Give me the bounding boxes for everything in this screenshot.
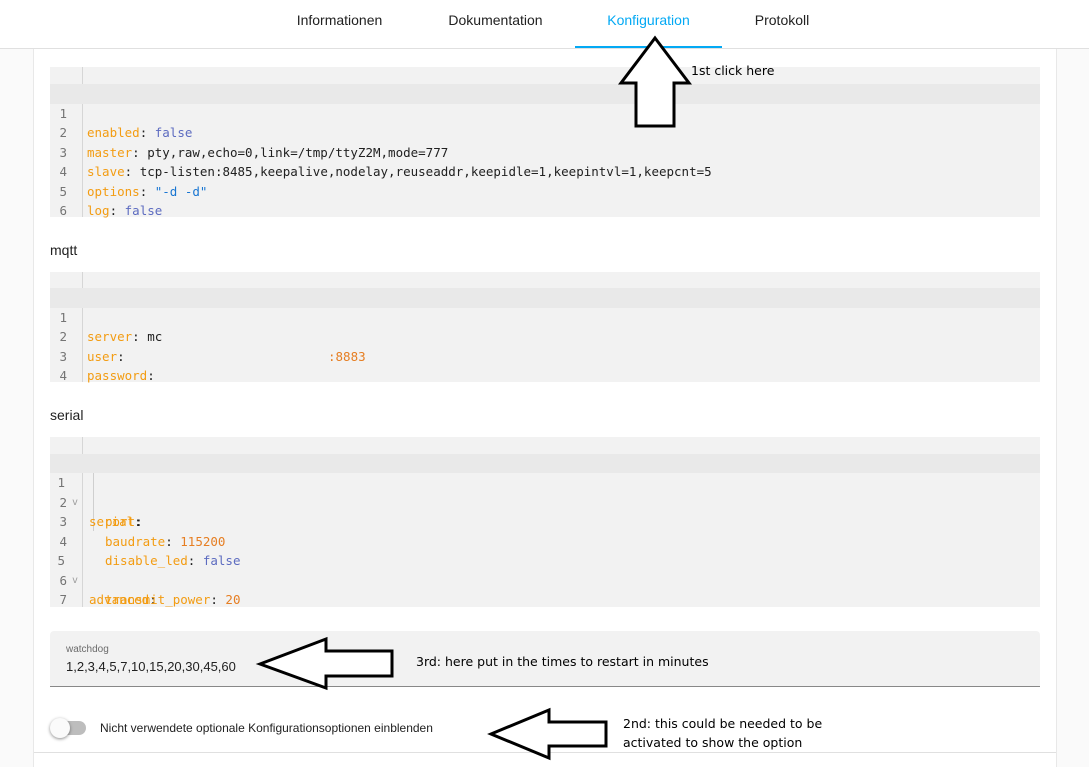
annotation-up-arrow-icon: [617, 35, 693, 128]
code-line: 7: [50, 571, 1040, 607]
code-line: 4: [50, 347, 1040, 383]
code-line: 2 port:: [50, 473, 1040, 530]
serial-yaml-editor[interactable]: 1 v serial: 2 port: 3 baudrate: 115200 4…: [50, 437, 1040, 607]
yaml-value: 20: [225, 592, 241, 607]
annotation-second-line1: 2nd: this could be needed to be: [623, 716, 823, 731]
code-line: 1 server: mc :8883: [50, 288, 1040, 364]
code-line: 5 v advanced:: [50, 532, 1040, 607]
code-line: 1 v serial:: [50, 453, 1040, 529]
tab-protokoll[interactable]: Protokoll: [740, 0, 824, 49]
watchdog-input[interactable]: 1,2,3,4,5,7,10,15,20,30,45,60: [66, 659, 236, 674]
code-line: 4 disable_led: false: [50, 512, 1040, 569]
code-line: 3 baudrate: 115200: [50, 493, 1040, 549]
yaml-key: password: [87, 368, 148, 383]
line-number: 7: [59, 592, 67, 607]
toggle-thumb[interactable]: [50, 718, 70, 738]
options-yaml-editor[interactable]: 1 enabled: false 2 master: pty,raw,echo=…: [50, 67, 1040, 219]
line-number: 4: [59, 368, 67, 383]
code-line: 3 password:: [50, 327, 1040, 384]
code-line: 2 master: pty,raw,echo=0,link=/tmp/ttyZ2…: [50, 104, 1040, 160]
annotation-left-arrow-icon: [255, 636, 394, 691]
tab-informationen[interactable]: Informationen: [282, 0, 397, 49]
annotation-second-line2: activated to show the option: [623, 735, 803, 750]
annotation-left-arrow-icon: [487, 707, 608, 761]
code-line: 1 enabled: false: [50, 84, 1040, 140]
mqtt-yaml-editor[interactable]: 1 server: mc :8883 2 user: 3 password: 4: [50, 272, 1040, 384]
mqtt-section-label: mqtt: [50, 242, 78, 258]
serial-section-label: serial: [50, 407, 84, 423]
watchdog-label: watchdog: [66, 644, 109, 655]
optional-options-toggle-label: Nicht verwendete optionale Konfiguration…: [100, 721, 433, 735]
code-line: 6 transmit_power: 20: [50, 551, 1040, 608]
code-line: 5 log: false: [50, 162, 1040, 219]
code-line: 4 options: "-d -d": [50, 143, 1040, 199]
line-number: 6: [59, 203, 67, 218]
code-line: 3 slave: tcp-listen:8485,keepalive,nodel…: [50, 123, 1040, 180]
yaml-value: false: [124, 203, 163, 218]
code-line: 6: [50, 182, 1040, 218]
annotation-first: 1st click here: [691, 63, 775, 78]
yaml-key: transmit_power: [105, 592, 211, 607]
yaml-key: log: [87, 203, 110, 218]
annotation-third: 3rd: here put in the times to restart in…: [416, 654, 709, 669]
code-line: 2 user:: [50, 308, 1040, 364]
tab-dokumentation[interactable]: Dokumentation: [432, 0, 559, 49]
tab-bar: Informationen Dokumentation Konfiguratio…: [0, 0, 1089, 49]
